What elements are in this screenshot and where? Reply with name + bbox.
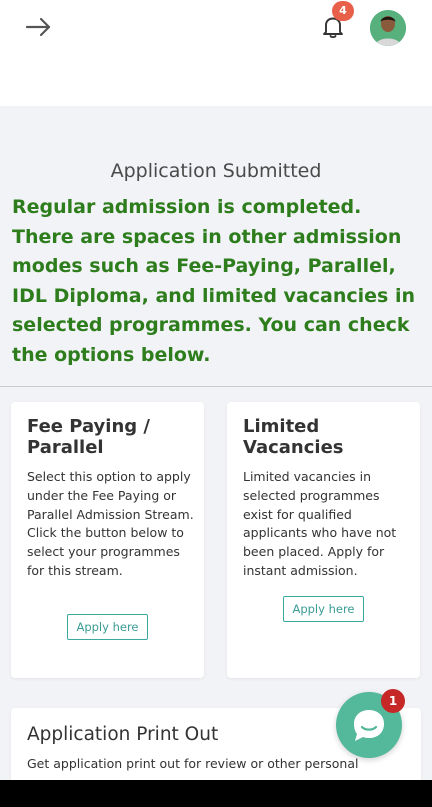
bottom-bar bbox=[0, 780, 432, 807]
fee-paying-apply-button[interactable]: Apply here bbox=[67, 614, 148, 640]
limited-vacancies-description: Limited vacancies in selected programmes… bbox=[243, 469, 397, 578]
fee-paying-title: Fee Paying / Parallel bbox=[27, 416, 150, 458]
limited-vacancies-apply-button[interactable]: Apply here bbox=[283, 596, 364, 622]
admission-status-message: Regular admission is completed. There ar… bbox=[12, 196, 415, 366]
top-header: 4 bbox=[0, 0, 432, 106]
fee-paying-description: Select this option to apply under the Fe… bbox=[27, 469, 194, 578]
limited-vacancies-title: Limited Vacancies bbox=[243, 416, 344, 458]
chat-unread-badge: 1 bbox=[381, 689, 405, 713]
print-out-description: Get application print out for review or … bbox=[27, 756, 359, 771]
arrow-right-icon[interactable] bbox=[24, 12, 54, 42]
limited-vacancies-card: Limited Vacancies Limited vacancies in s… bbox=[227, 402, 420, 678]
print-out-title: Application Print Out bbox=[27, 724, 219, 745]
user-avatar-icon bbox=[370, 10, 406, 46]
fee-paying-card: Fee Paying / Parallel Select this option… bbox=[11, 402, 204, 678]
avatar[interactable] bbox=[370, 10, 406, 46]
application-status-title: Application Submitted bbox=[110, 160, 322, 182]
notification-badge: 4 bbox=[332, 1, 354, 21]
section-divider bbox=[0, 386, 432, 387]
